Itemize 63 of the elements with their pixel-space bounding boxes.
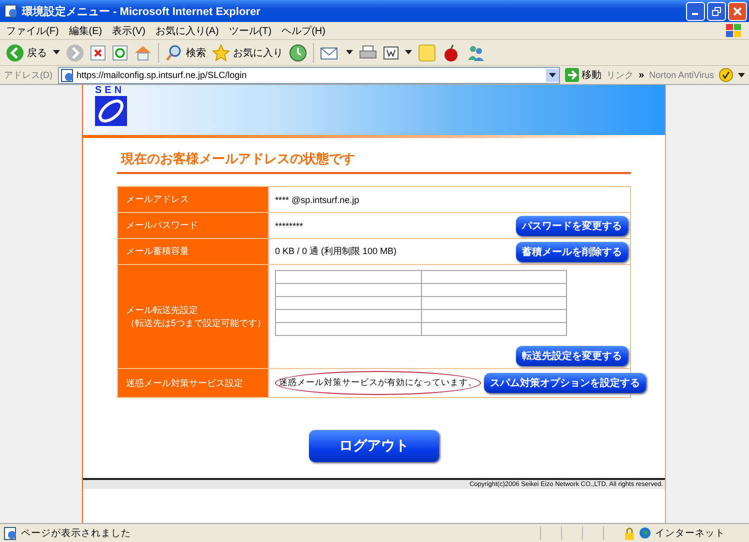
- favorites-button[interactable]: お気に入り: [212, 44, 283, 62]
- caret-icon[interactable]: [738, 72, 745, 78]
- more-chevron[interactable]: »: [638, 70, 644, 80]
- restore-button[interactable]: [707, 2, 726, 20]
- window-title: 環境設定メニュー - Microsoft Internet Explorer: [22, 4, 262, 18]
- lock-icon: [624, 526, 635, 540]
- field-value: 迷惑メール対策サービスが有効になっています。: [275, 371, 481, 395]
- go-button[interactable]: 移動: [564, 68, 602, 82]
- action-button[interactable]: 蓄積メールを削除する: [516, 242, 628, 262]
- page-heading: 現在のお客様メールアドレスの状態です: [117, 150, 631, 174]
- row-label: 迷惑メール対策サービス設定: [118, 368, 268, 398]
- row-label: メール転送先設定 （転送先は5つまで設定可能です）: [118, 264, 268, 368]
- refresh-icon[interactable]: [112, 44, 128, 60]
- row-label: メールアドレス: [118, 186, 268, 212]
- star-icon: [212, 44, 230, 62]
- caret-icon[interactable]: [405, 50, 412, 55]
- caret-icon: [548, 72, 556, 78]
- page-icon: [4, 526, 17, 540]
- menu-item[interactable]: ファイル(F): [6, 24, 59, 38]
- norton-icon[interactable]: [719, 68, 733, 82]
- action-button[interactable]: スパム対策オプションを設定する: [484, 373, 646, 393]
- action-button[interactable]: パスワードを変更する: [516, 216, 628, 236]
- address-field[interactable]: https://mailconfig.sp.intsurf.ne.jp/SLC/login: [58, 66, 560, 84]
- logo-text: SEN: [95, 85, 125, 96]
- menu-item[interactable]: ヘルプ(H): [282, 24, 326, 38]
- norton-label[interactable]: Norton AntiVirus: [649, 70, 714, 80]
- search-icon: [165, 44, 183, 62]
- apple-icon[interactable]: [442, 44, 460, 62]
- menu-item[interactable]: お気に入り(A): [155, 24, 219, 38]
- dropdown-button[interactable]: [546, 68, 559, 82]
- globe-icon: [639, 527, 651, 539]
- close-button[interactable]: [728, 2, 747, 20]
- edit-icon[interactable]: [383, 44, 399, 60]
- field-value: ********: [275, 220, 304, 230]
- links-label[interactable]: リンク: [606, 68, 634, 82]
- page-icon: [60, 68, 74, 82]
- field-value: **** @sp.intsurf.ne.jp: [275, 194, 360, 204]
- minimize-button[interactable]: [686, 2, 705, 20]
- logo-icon: [95, 96, 127, 126]
- caret-icon[interactable]: [53, 50, 60, 55]
- history-icon[interactable]: [289, 44, 307, 62]
- field-value: 0 KB / 0 通 (利用制限 100 MB): [275, 245, 397, 258]
- change-forwarding-button[interactable]: 転送先設定を変更する: [516, 346, 628, 366]
- row-label: メール蓄積容量: [118, 238, 268, 264]
- stop-icon[interactable]: [90, 44, 106, 60]
- people-icon[interactable]: [466, 44, 486, 62]
- page-icon: [4, 4, 18, 18]
- menu-item[interactable]: 編集(E): [68, 24, 102, 38]
- menu-item[interactable]: 表示(V): [112, 24, 146, 38]
- back-button[interactable]: 戻る: [6, 44, 47, 62]
- restore-icon: [712, 6, 721, 16]
- mail-icon[interactable]: [320, 44, 340, 60]
- printer-icon[interactable]: [359, 44, 377, 60]
- status-text: ページが表示されました: [21, 526, 132, 540]
- row-label: メールパスワード: [118, 212, 268, 238]
- windows-logo-icon: [725, 22, 743, 38]
- address-label: アドレス(D): [4, 68, 52, 82]
- close-icon: [733, 6, 742, 16]
- logout-button[interactable]: ログアウト: [309, 430, 439, 462]
- menu-item[interactable]: ツール(T): [228, 24, 272, 38]
- zone-label: インターネット: [655, 526, 726, 540]
- search-button[interactable]: 検索: [165, 44, 206, 62]
- caret-icon[interactable]: [346, 50, 353, 55]
